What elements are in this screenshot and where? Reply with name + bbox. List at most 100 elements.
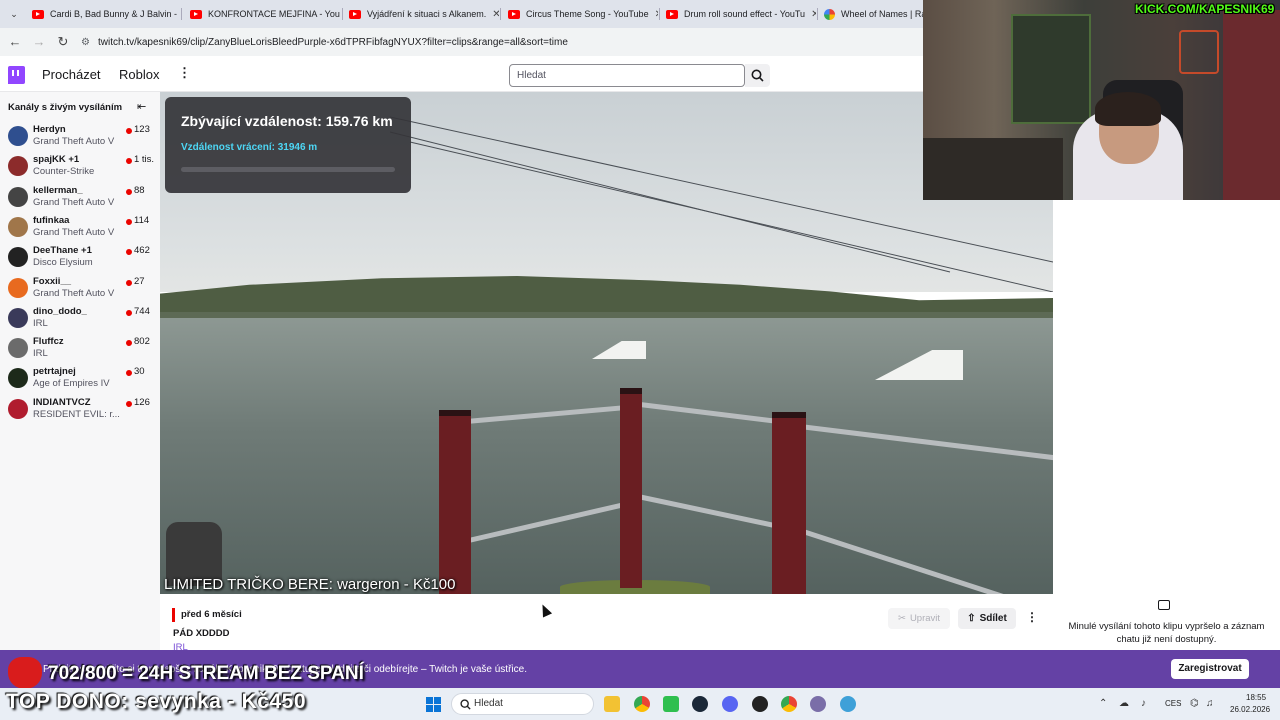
viewer-count: 462 xyxy=(134,245,150,257)
tab-search-chevron-icon[interactable]: ⌄ xyxy=(6,6,22,22)
channel-name: dino_dodo_ xyxy=(33,305,87,317)
viewer-count: 802 xyxy=(134,336,150,348)
browser-tab[interactable]: Cardi B, Bad Bunny & J Balvin - ✕ xyxy=(26,4,179,24)
discord-icon[interactable] xyxy=(722,696,738,712)
search-button[interactable] xyxy=(745,64,770,87)
channel-game: IRL xyxy=(33,348,48,360)
twitch-top-nav: Procházet Roblox ⋮ Hledat xyxy=(0,58,923,92)
avatar xyxy=(8,186,28,207)
more-icon[interactable]: ⋮ xyxy=(178,65,191,81)
file-explorer-icon[interactable] xyxy=(604,696,620,712)
sidebar-channel[interactable]: Foxxii__ Grand Theft Auto V 27 xyxy=(0,273,160,303)
youtube-icon xyxy=(666,9,678,19)
webcam-overlay: KICK.COM/KAPESNIK69 xyxy=(923,0,1280,200)
network-icon[interactable]: ⌬ xyxy=(1190,698,1199,709)
youtube-icon xyxy=(190,9,202,19)
nav-roblox-link[interactable]: Roblox xyxy=(119,67,159,82)
webcam-basketball-hoop xyxy=(1179,30,1219,74)
railing-post xyxy=(439,410,471,594)
viewer-count: 88 xyxy=(134,184,145,196)
volume-icon[interactable]: ♫ xyxy=(1206,698,1214,709)
viewer-count: 114 xyxy=(134,214,150,226)
collapse-sidebar-icon[interactable]: ⇤ xyxy=(137,100,146,113)
back-icon[interactable]: ← xyxy=(3,30,27,54)
twitch-logo-icon[interactable] xyxy=(8,66,25,84)
browser-tab[interactable]: Drum roll sound effect - YouTu ✕ xyxy=(660,4,816,24)
clock-date[interactable]: 26.02.2026 xyxy=(1230,705,1270,714)
forward-icon[interactable]: → xyxy=(27,30,51,54)
app-icon[interactable] xyxy=(663,696,679,712)
live-dot-icon xyxy=(126,279,132,286)
sidebar-channel[interactable]: spajKK +1 Counter-Strike 1 tis. xyxy=(0,151,160,181)
remaining-distance: Zbývající vzdálenost: 159.76 km xyxy=(181,113,393,129)
obs-icon[interactable] xyxy=(752,696,768,712)
address-bar: ← → ↻ ⚙ twitch.tv/kapesnik69/clip/ZanyBl… xyxy=(0,28,923,56)
taskbar-search-placeholder: Hledat xyxy=(474,698,503,709)
avatar xyxy=(8,368,28,389)
tray-app-icon[interactable]: ☁ xyxy=(1119,698,1129,709)
channel-game: Grand Theft Auto V xyxy=(33,136,115,147)
avatar xyxy=(8,126,28,146)
browser-tab[interactable]: KONFRONTACE MEJFINA - YouT✕ xyxy=(184,4,340,24)
microphone-icon[interactable]: ♪ xyxy=(1141,698,1146,709)
clock-time[interactable]: 18:55 xyxy=(1246,693,1266,702)
channel-game: Grand Theft Auto V xyxy=(33,287,115,299)
url-field[interactable]: twitch.tv/kapesnik69/clip/ZanyBlueLorisB… xyxy=(98,37,568,48)
sidebar-channel[interactable]: petrtajnej Age of Empires IV 30 xyxy=(0,363,160,393)
avatar xyxy=(8,247,28,268)
search-icon xyxy=(460,699,471,710)
viewer-count: 30 xyxy=(134,366,145,378)
tray-chevron-icon[interactable]: ⌃ xyxy=(1099,698,1107,709)
sidebar-channel[interactable]: dino_dodo_ IRL 744 xyxy=(0,303,160,333)
sidebar-channel[interactable]: Fluffcz IRL 802 xyxy=(0,333,160,363)
app-icon[interactable] xyxy=(840,696,856,712)
avatar xyxy=(8,307,28,328)
close-icon[interactable]: ✕ xyxy=(177,9,179,20)
sidebar-channel[interactable]: DeeThane +1 Disco Elysium 462 xyxy=(0,242,160,272)
search-input[interactable]: Hledat xyxy=(509,64,745,87)
channel-name: DeeThane +1 xyxy=(33,245,92,257)
chat-panel: Minulé vysílání tohoto klipu vypršelo a … xyxy=(1053,200,1280,650)
railing-post xyxy=(772,412,806,594)
sidebar-channel[interactable]: kellerman_ Grand Theft Auto V 88 xyxy=(0,182,160,212)
close-icon[interactable]: ✕ xyxy=(805,9,816,20)
browser-tab[interactable]: Circus Theme Song - YouTube✕ xyxy=(502,4,658,24)
kick-overlay-text: KICK.COM/KAPESNIK69 xyxy=(1135,2,1275,16)
viewer-count: 126 xyxy=(134,396,150,408)
chrome-profile-icon[interactable] xyxy=(781,696,797,712)
start-button[interactable] xyxy=(426,697,441,712)
more-options-icon[interactable]: ⋮ xyxy=(1026,610,1038,624)
channel-name: Fluffcz xyxy=(33,336,64,348)
site-info-icon[interactable]: ⚙ xyxy=(81,37,90,48)
avatar xyxy=(8,398,28,419)
register-button[interactable]: Zaregistrovat xyxy=(1171,659,1249,679)
taskbar-search-input[interactable]: Hledat xyxy=(451,693,594,715)
distance-progress-bar xyxy=(181,167,395,172)
sidebar-channel[interactable]: INDIANTVCZ RESIDENT EVIL: r... 126 xyxy=(0,394,160,424)
live-dot-icon xyxy=(126,370,132,377)
sidebar-channel[interactable]: fufinkaa Grand Theft Auto V 114 xyxy=(0,212,160,242)
live-dot-icon xyxy=(126,340,132,347)
browser-tab[interactable]: Vyjádření k situaci s Alkanem. ✕ xyxy=(343,4,499,24)
nav-browse-link[interactable]: Procházet xyxy=(42,67,101,82)
chrome-icon[interactable] xyxy=(634,696,650,712)
close-icon[interactable]: ✕ xyxy=(649,9,658,20)
avatar xyxy=(8,277,28,298)
browser-tab[interactable]: Wheel of Names | Rando xyxy=(818,4,923,24)
live-dot-icon xyxy=(126,400,132,407)
share-button[interactable]: ⇧ Sdílet xyxy=(958,608,1016,629)
sidebar-channel[interactable]: Herdyn Grand Theft Auto V 123 xyxy=(0,121,160,151)
language-indicator[interactable]: CES xyxy=(1165,699,1181,708)
search-icon xyxy=(751,69,764,82)
channel-name: spajKK +1 xyxy=(33,154,80,166)
close-icon[interactable]: ✕ xyxy=(486,9,499,20)
reload-icon[interactable]: ↻ xyxy=(51,30,75,54)
steam-icon[interactable] xyxy=(692,696,708,712)
top-donor-overlay-text: TOP DONO: sevynka - Kč450 xyxy=(6,690,307,713)
channel-name: fufinkaa xyxy=(33,214,70,226)
live-dot-icon xyxy=(126,249,132,256)
app-icon[interactable] xyxy=(810,696,826,712)
live-channels-sidebar: Kanály s živým vysíláním ⇤ Herdyn Grand T… xyxy=(0,92,160,650)
edit-button[interactable]: ✂ Upravit xyxy=(888,608,950,629)
channel-game: Grand Theft Auto V xyxy=(33,196,115,208)
